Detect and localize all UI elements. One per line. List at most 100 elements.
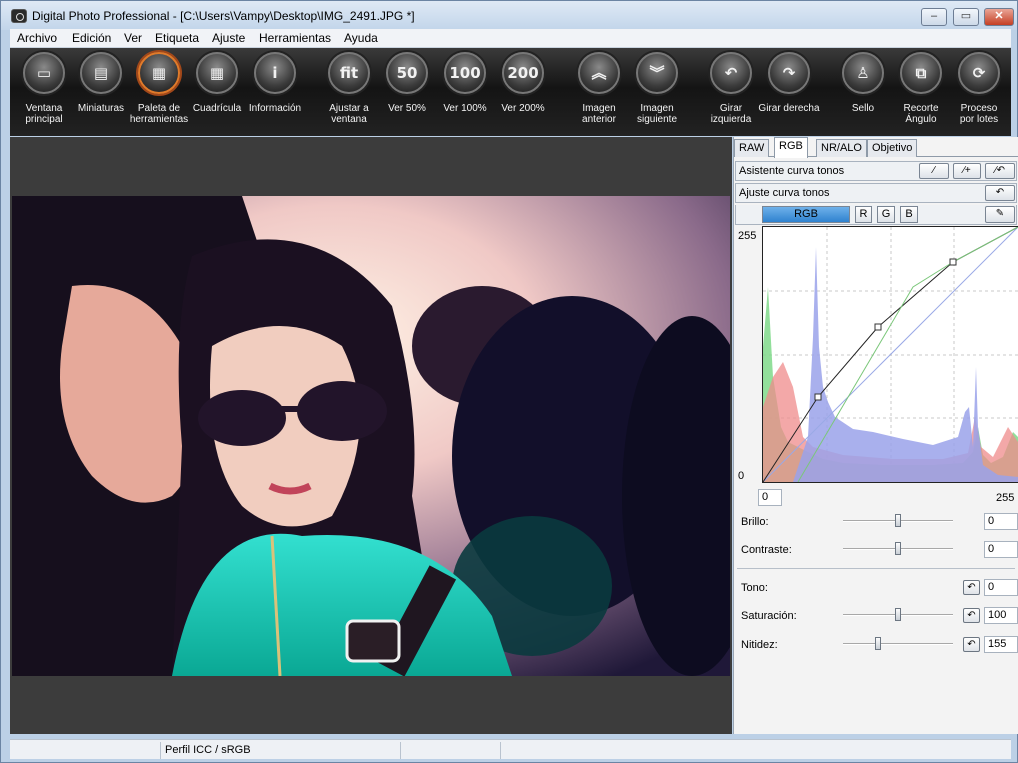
- tab-nr-alo[interactable]: NR/ALO: [816, 139, 867, 157]
- tab-rgb[interactable]: RGB: [774, 137, 808, 158]
- saturation-label: Saturación:: [741, 610, 797, 622]
- toolbar-button-fit[interactable]: fit Ajustar a ventana: [318, 52, 380, 125]
- tone-curve-graph[interactable]: [762, 226, 1018, 483]
- curve-increase-button[interactable]: ∕+: [953, 163, 981, 179]
- status-bar: Perfil ICC / sRGB: [10, 739, 1011, 759]
- toolbar-button-rotate-right[interactable]: ↷ Girar derecha: [758, 52, 820, 114]
- image-viewer[interactable]: [10, 137, 732, 734]
- toolbar-label: Ventana principal: [25, 103, 63, 125]
- toolbar-button-rotate-left[interactable]: ↶ Girar izquierda: [700, 52, 762, 125]
- window-title: Digital Photo Professional - [C:\Users\V…: [32, 9, 415, 23]
- channel-b-button[interactable]: B: [900, 206, 918, 223]
- contrast-input[interactable]: 0: [984, 541, 1018, 558]
- maximize-button[interactable]: ▭: [953, 8, 979, 26]
- eyedropper-button[interactable]: ✎: [985, 206, 1015, 223]
- status-cell-empty: [400, 742, 500, 759]
- contrast-slider-thumb[interactable]: [895, 542, 901, 555]
- menu-bar: Archivo Edición Ver Etiqueta Ajuste Herr…: [10, 29, 1011, 48]
- undo-icon: ↶: [967, 639, 976, 650]
- toolbar-label: Recorte Ángulo: [903, 103, 939, 125]
- palette-tabs: RAW RGB NR/ALO Objetivo: [734, 137, 1018, 158]
- camera-app-icon: [11, 9, 27, 23]
- app-window: Digital Photo Professional - [C:\Users\V…: [0, 0, 1018, 763]
- toolbar-label: Ajustar a ventana: [329, 103, 369, 125]
- tab-objetivo[interactable]: Objetivo: [867, 139, 918, 157]
- toolbar-button-batch-process[interactable]: ⟳ Proceso por lotes: [948, 52, 1010, 125]
- channel-r-button[interactable]: R: [855, 206, 872, 223]
- toolbar-label: Girar derecha: [758, 103, 820, 114]
- menu-edicion[interactable]: Edición: [72, 31, 111, 45]
- minimize-button[interactable]: –: [921, 8, 947, 26]
- saturation-slider-thumb[interactable]: [895, 608, 901, 621]
- folder-glyph: ▭: [36, 64, 52, 82]
- next-image-glyph: ︾: [649, 64, 665, 82]
- sharpness-reset-button[interactable]: ↶: [963, 637, 980, 652]
- fit-glyph: fit: [339, 64, 359, 82]
- curve-x-min-input[interactable]: 0: [758, 489, 782, 506]
- toolbar-button-tool-palette[interactable]: ▦ Paleta de herramientas: [128, 52, 190, 125]
- toolbar-label: Miniaturas: [77, 103, 125, 114]
- tool-palette: RAW RGB NR/ALO Objetivo Asistente curva …: [733, 137, 1018, 734]
- toolbar-button-folder[interactable]: ▭ Ventana principal: [13, 52, 75, 125]
- status-cell-empty: [500, 742, 1010, 759]
- hue-reset-button[interactable]: ↶: [963, 580, 980, 595]
- brightness-input[interactable]: 0: [984, 513, 1018, 530]
- toolbar-button-crop-angle[interactable]: ⧉ Recorte Ángulo: [890, 52, 952, 125]
- sharpness-input[interactable]: 155: [984, 636, 1018, 653]
- eyedropper-icon: ✎: [995, 208, 1005, 219]
- thumbnails-glyph: ▤: [93, 64, 109, 82]
- section-divider: [737, 568, 1015, 569]
- zoom-200-glyph: 200: [507, 64, 539, 82]
- close-button[interactable]: ✕: [984, 8, 1014, 26]
- curve-reset-button[interactable]: ∕↶: [985, 163, 1015, 179]
- saturation-input[interactable]: 100: [984, 607, 1018, 624]
- sharpness-slider-track[interactable]: [843, 643, 953, 645]
- zoom-50-glyph: 50: [396, 64, 418, 82]
- toolbar-button-next-image[interactable]: ︾ Imagen siguiente: [626, 52, 688, 125]
- title-bar: Digital Photo Professional - [C:\Users\V…: [1, 1, 1017, 30]
- menu-etiqueta[interactable]: Etiqueta: [155, 31, 199, 45]
- toolbar-label: Ver 50%: [388, 103, 426, 114]
- tone-curve-assist-label: Asistente curva tonos: [739, 165, 845, 177]
- brightness-label: Brillo:: [741, 516, 769, 528]
- channel-g-button[interactable]: G: [877, 206, 895, 223]
- toolbar-button-thumbnails[interactable]: ▤ Miniaturas: [70, 52, 132, 114]
- hue-label: Tono:: [741, 582, 768, 594]
- curve-linear-button[interactable]: ∕: [919, 163, 949, 179]
- toolbar-button-zoom-100[interactable]: 100 Ver 100%: [434, 52, 496, 114]
- tool-palette-glyph: ▦: [151, 64, 167, 82]
- toolbar-button-zoom-50[interactable]: 50 Ver 50%: [376, 52, 438, 114]
- curve-linear-icon: ∕: [933, 165, 935, 176]
- menu-herramientas[interactable]: Herramientas: [259, 31, 331, 45]
- menu-ayuda[interactable]: Ayuda: [344, 31, 378, 45]
- grid-glyph: ▦: [209, 64, 225, 82]
- tab-raw[interactable]: RAW: [734, 139, 770, 157]
- stamp-glyph: ♙: [856, 64, 870, 82]
- batch-process-glyph: ⟳: [972, 64, 986, 82]
- toolbar: ▭ Ventana principal ▤ Miniaturas ▦ Paleta de …: [10, 48, 1011, 136]
- menu-ajuste[interactable]: Ajuste: [212, 31, 245, 45]
- menu-archivo[interactable]: Archivo: [17, 31, 57, 45]
- toolbar-label: Ver 200%: [501, 103, 545, 114]
- toolbar-label: Paleta de herramientas: [129, 103, 189, 125]
- brightness-slider-thumb[interactable]: [895, 514, 901, 527]
- previous-image-glyph: ︽: [591, 64, 607, 82]
- contrast-label: Contraste:: [741, 544, 792, 556]
- saturation-reset-button[interactable]: ↶: [963, 608, 980, 623]
- undo-icon: ↶: [967, 582, 976, 593]
- toolbar-label: Girar izquierda: [710, 103, 752, 125]
- toolbar-button-grid[interactable]: ▦ Cuadrícula: [186, 52, 248, 114]
- toolbar-button-stamp[interactable]: ♙ Sello: [832, 52, 894, 114]
- toolbar-button-previous-image[interactable]: ︽ Imagen anterior: [568, 52, 630, 125]
- icc-profile-status: Perfil ICC / sRGB: [160, 742, 400, 759]
- toolbar-label: Ver 100%: [443, 103, 487, 114]
- toolbar-button-zoom-200[interactable]: 200 Ver 200%: [492, 52, 554, 114]
- channel-rgb-button[interactable]: RGB: [762, 206, 850, 223]
- hue-input[interactable]: 0: [984, 579, 1018, 596]
- toolbar-label: Cuadrícula: [192, 103, 242, 114]
- tone-curve-reset-button[interactable]: ↶: [985, 185, 1015, 201]
- undo-icon: ↶: [967, 610, 976, 621]
- toolbar-button-info[interactable]: i Información: [244, 52, 306, 114]
- sharpness-slider-thumb[interactable]: [875, 637, 882, 650]
- menu-ver[interactable]: Ver: [124, 31, 142, 45]
